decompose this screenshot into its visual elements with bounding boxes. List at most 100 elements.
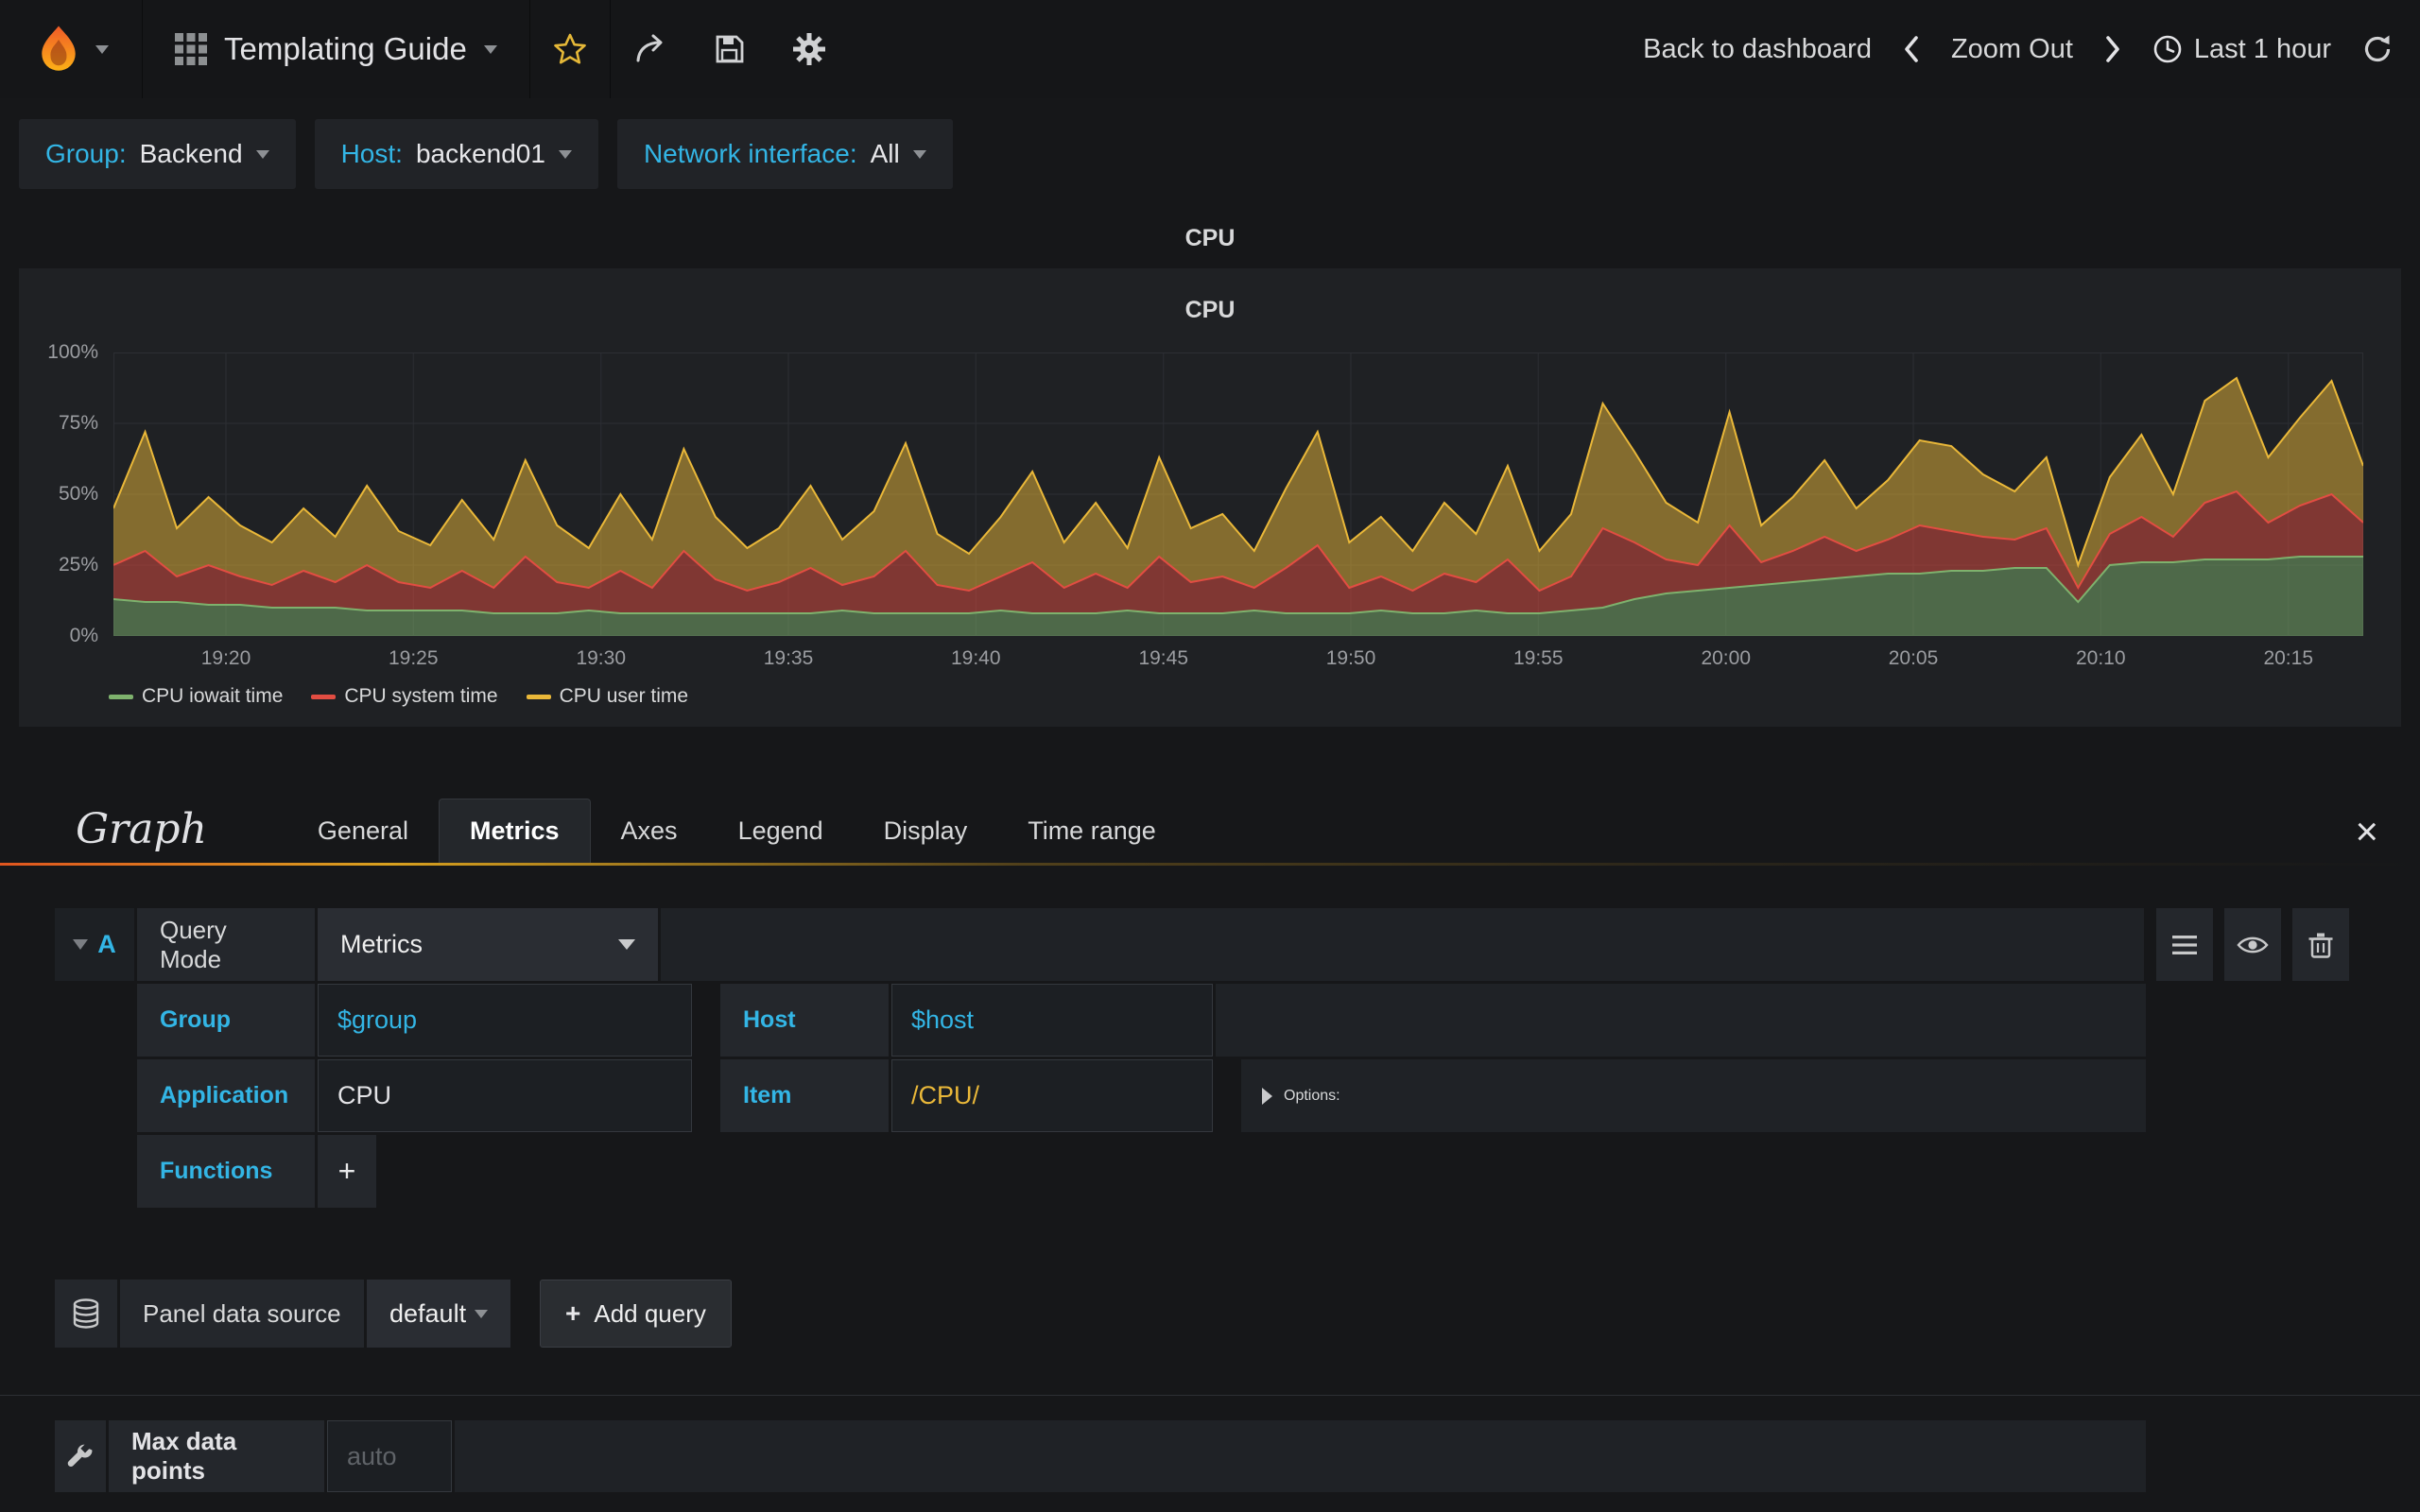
group-field-input[interactable] xyxy=(318,984,692,1057)
panel-options-section: Max data points xyxy=(0,1395,2420,1492)
time-shift-left-button[interactable] xyxy=(1902,34,1921,64)
star-button[interactable] xyxy=(530,0,610,98)
functions-label: Functions xyxy=(137,1135,315,1208)
trash-icon xyxy=(2308,933,2333,958)
query-toggle-visibility-button[interactable] xyxy=(2224,908,2281,981)
host-field-label: Host xyxy=(720,984,889,1057)
variable-label: Network interface: xyxy=(643,139,857,168)
add-query-button[interactable]: + Add query xyxy=(540,1280,732,1348)
x-tick-label: 19:30 xyxy=(576,647,627,669)
row-filler xyxy=(1216,984,2146,1057)
refresh-button[interactable] xyxy=(2361,33,2394,65)
tab-underline xyxy=(0,863,2420,866)
variable-group-dropdown[interactable]: Group: Backend xyxy=(19,119,296,189)
zoom-out-button[interactable]: Zoom Out xyxy=(1951,34,2073,65)
graph-panel: CPU 100% 75% 50% 25% 0% 19:20 19:25 19:30 19:35… xyxy=(19,268,2401,727)
x-axis-labels: 19:20 19:25 19:30 19:35 19:40 19:45 19:50 19:55… xyxy=(113,636,2363,681)
query-row-a: A Query Mode Metrics xyxy=(55,908,2349,981)
tab-metrics[interactable]: Metrics xyxy=(438,799,591,863)
legend-item-iowait[interactable]: CPU iowait time xyxy=(109,685,283,708)
tab-general[interactable]: General xyxy=(287,799,439,863)
chevron-down-icon xyxy=(95,44,109,54)
y-tick-label: 75% xyxy=(58,412,98,434)
y-tick-label: 25% xyxy=(58,554,98,576)
x-tick-label: 19:20 xyxy=(200,647,251,669)
query-row-application-item: Application Item Options: xyxy=(137,1059,2146,1132)
datasource-label: Panel data source xyxy=(120,1280,364,1348)
max-data-points-label: Max data points xyxy=(109,1420,324,1492)
back-to-dashboard-link[interactable]: Back to dashboard xyxy=(1643,34,1872,65)
item-field-input[interactable] xyxy=(891,1059,1213,1132)
variable-network-interface-dropdown[interactable]: Network interface: All xyxy=(616,119,953,189)
datasource-select[interactable]: default xyxy=(367,1280,510,1348)
template-variables-row: Group: Backend Host: backend01 Network i… xyxy=(0,98,2420,215)
chevron-down-icon xyxy=(558,149,572,159)
tab-axes[interactable]: Axes xyxy=(591,799,708,863)
chart-area: 100% 75% 50% 25% 0% xyxy=(19,341,2401,646)
tab-display[interactable]: Display xyxy=(854,799,998,863)
options-toggle[interactable]: Options: xyxy=(1241,1059,2146,1132)
wrench-icon xyxy=(67,1444,93,1467)
y-axis-labels: 100% 75% 50% 25% 0% xyxy=(19,341,113,646)
grafana-flame-icon xyxy=(42,26,76,71)
gap xyxy=(695,984,717,1057)
application-field-label: Application xyxy=(137,1059,315,1132)
query-fields: Group Host Application Item Options: Fun… xyxy=(137,984,2146,1208)
query-actions xyxy=(2156,908,2349,981)
share-button[interactable] xyxy=(611,0,690,98)
gap xyxy=(695,1059,717,1132)
variable-host-dropdown[interactable]: Host: backend01 xyxy=(314,119,598,189)
query-ref-id: A xyxy=(97,930,116,958)
dashboard-title: Templating Guide xyxy=(224,31,467,66)
datasource-icon-box xyxy=(55,1280,117,1348)
database-icon xyxy=(73,1298,99,1329)
chevron-left-icon xyxy=(1905,36,1918,62)
chevron-down-icon xyxy=(618,939,635,950)
save-button[interactable] xyxy=(690,0,769,98)
time-range-picker[interactable]: Last 1 hour xyxy=(2152,34,2331,65)
query-collapse-button[interactable]: A xyxy=(55,908,134,981)
legend-dash xyxy=(311,694,337,699)
x-tick-label: 19:50 xyxy=(1325,647,1376,669)
options-label: Options: xyxy=(1284,1087,1340,1104)
x-tick-label: 20:00 xyxy=(1701,647,1752,669)
query-menu-button[interactable] xyxy=(2156,908,2213,981)
grafana-logo-button[interactable] xyxy=(0,0,142,98)
chevron-down-icon xyxy=(73,939,89,950)
tab-time-range[interactable]: Time range xyxy=(997,799,1186,863)
add-function-button[interactable]: + xyxy=(318,1135,376,1208)
x-tick-label: 20:05 xyxy=(1888,647,1939,669)
query-mode-select[interactable]: Metrics xyxy=(318,908,658,981)
cpu-chart-svg[interactable] xyxy=(113,352,2363,636)
legend-dash xyxy=(109,694,133,699)
time-shift-right-button[interactable] xyxy=(2103,34,2122,64)
menu-icon xyxy=(2172,935,2197,954)
dashboard-title-button[interactable]: Templating Guide xyxy=(143,0,529,98)
settings-button[interactable] xyxy=(769,0,849,98)
legend-dash xyxy=(526,694,551,699)
legend-item-user[interactable]: CPU user time xyxy=(526,685,688,708)
dashboard-grid-icon xyxy=(175,33,207,65)
y-tick-label: 100% xyxy=(47,341,98,363)
y-tick-label: 0% xyxy=(69,625,98,646)
x-tick-label: 19:25 xyxy=(388,647,439,669)
chevron-right-icon xyxy=(1262,1087,1272,1105)
x-tick-label: 20:10 xyxy=(2075,647,2126,669)
host-field-input[interactable] xyxy=(891,984,1213,1057)
x-tick-label: 19:45 xyxy=(1138,647,1189,669)
legend-item-system[interactable]: CPU system time xyxy=(311,685,498,708)
max-data-points-input[interactable] xyxy=(327,1420,452,1492)
tab-legend[interactable]: Legend xyxy=(708,799,854,863)
variable-label: Group: xyxy=(45,139,127,168)
add-query-label: Add query xyxy=(594,1298,706,1328)
row-filler xyxy=(661,908,2144,981)
query-delete-button[interactable] xyxy=(2292,908,2349,981)
close-icon[interactable]: × xyxy=(2355,812,2420,863)
panel-title[interactable]: CPU xyxy=(0,221,2420,255)
plus-icon: + xyxy=(565,1298,581,1328)
query-mode-label: Query Mode xyxy=(137,908,315,981)
panel-type-title: Graph xyxy=(76,805,207,853)
application-field-input[interactable] xyxy=(318,1059,692,1132)
share-icon xyxy=(636,34,663,62)
refresh-icon xyxy=(2364,35,2391,62)
